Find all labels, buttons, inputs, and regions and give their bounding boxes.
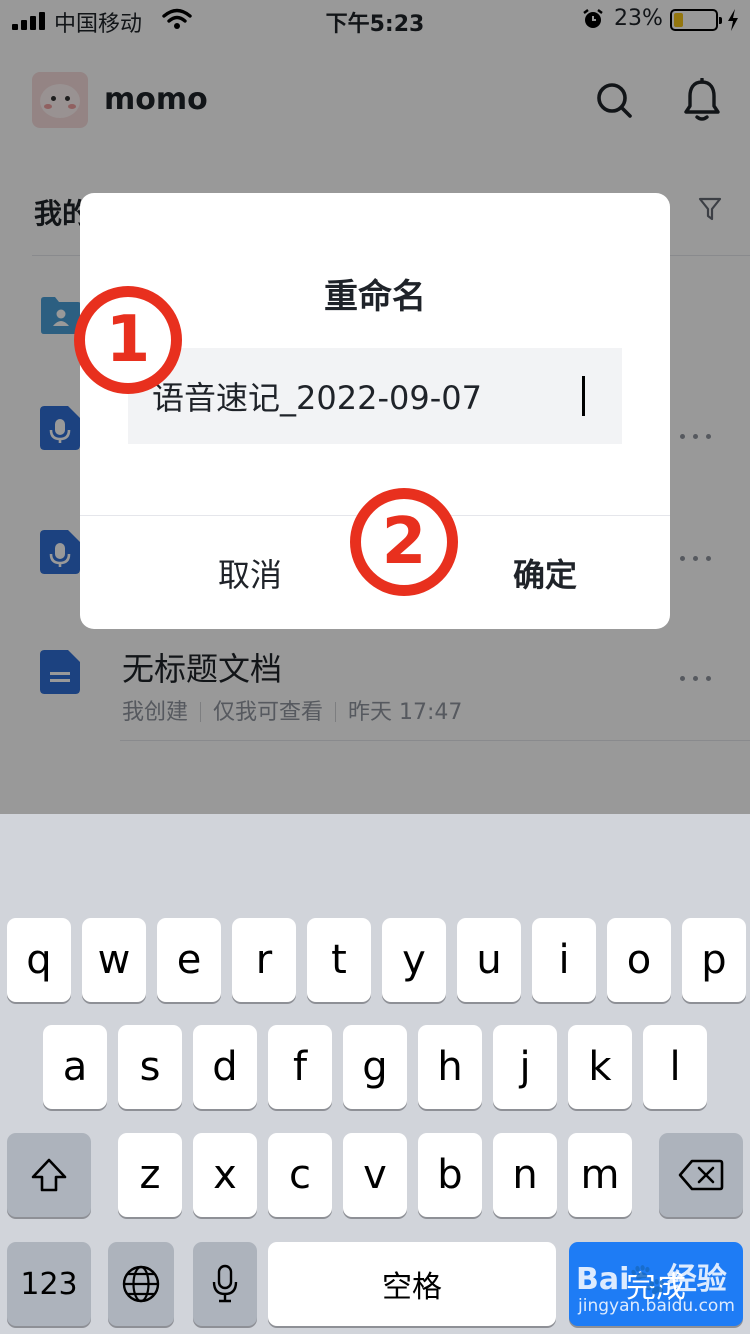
key-a[interactable]: a <box>43 1025 107 1109</box>
key-p[interactable]: p <box>682 918 746 1002</box>
globe-icon <box>122 1265 160 1303</box>
numbers-key[interactable]: 123 <box>7 1242 91 1326</box>
key-q[interactable]: q <box>7 918 71 1002</box>
key-c[interactable]: c <box>268 1133 332 1217</box>
shift-icon <box>31 1158 67 1192</box>
key-h[interactable]: h <box>418 1025 482 1109</box>
confirm-button[interactable]: 确定 <box>420 516 670 629</box>
key-w[interactable]: w <box>82 918 146 1002</box>
key-s[interactable]: s <box>118 1025 182 1109</box>
key-o[interactable]: o <box>607 918 671 1002</box>
key-b[interactable]: b <box>418 1133 482 1217</box>
text-cursor <box>582 376 585 416</box>
watermark: Bai🐾经验 jingyan.baidu.com <box>576 1254 746 1324</box>
watermark-url: jingyan.baidu.com <box>578 1296 735 1316</box>
shift-key[interactable] <box>7 1133 91 1217</box>
key-d[interactable]: d <box>193 1025 257 1109</box>
key-g[interactable]: g <box>343 1025 407 1109</box>
key-e[interactable]: e <box>157 918 221 1002</box>
key-t[interactable]: t <box>307 918 371 1002</box>
key-y[interactable]: y <box>382 918 446 1002</box>
key-k[interactable]: k <box>568 1025 632 1109</box>
dictation-key[interactable] <box>193 1242 257 1326</box>
key-j[interactable]: j <box>493 1025 557 1109</box>
watermark-logo: Bai🐾经验 <box>576 1262 727 1297</box>
globe-key[interactable] <box>108 1242 174 1326</box>
key-r[interactable]: r <box>232 918 296 1002</box>
key-x[interactable]: x <box>193 1133 257 1217</box>
key-v[interactable]: v <box>343 1133 407 1217</box>
key-n[interactable]: n <box>493 1133 557 1217</box>
key-f[interactable]: f <box>268 1025 332 1109</box>
key-z[interactable]: z <box>118 1133 182 1217</box>
key-m[interactable]: m <box>568 1133 632 1217</box>
delete-key[interactable] <box>659 1133 743 1217</box>
step-2-marker: 2 <box>350 488 458 596</box>
rename-input[interactable] <box>128 348 622 444</box>
key-i[interactable]: i <box>532 918 596 1002</box>
key-l[interactable]: l <box>643 1025 707 1109</box>
step-1-marker: 1 <box>74 286 182 394</box>
microphone-icon <box>212 1264 238 1303</box>
delete-icon <box>678 1159 724 1191</box>
key-u[interactable]: u <box>457 918 521 1002</box>
space-key[interactable]: 空格 <box>268 1242 556 1326</box>
